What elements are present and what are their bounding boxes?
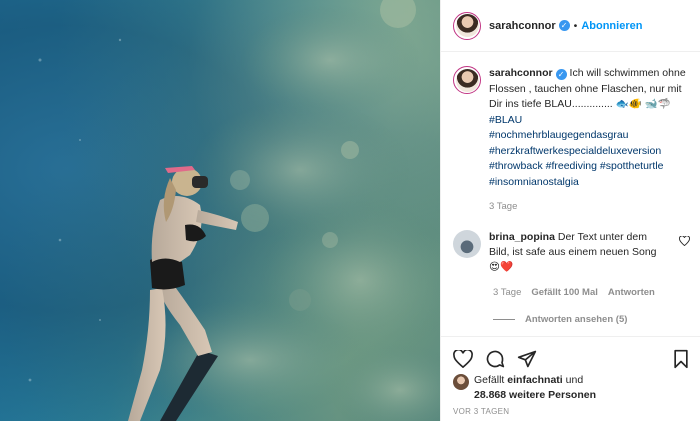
- caption-text: sarahconnor ✓ Ich will schwimmen ohne Flo…: [489, 66, 688, 190]
- post-caption: sarahconnor ✓ Ich will schwimmen ohne Flo…: [441, 52, 700, 190]
- commenter-username[interactable]: brina_popina: [489, 231, 555, 243]
- post-timestamp: VOR 3 TAGEN: [453, 407, 510, 416]
- follow-button[interactable]: Abonnieren: [581, 20, 642, 32]
- hashtag-line[interactable]: #insomnianostalgia: [489, 175, 688, 191]
- view-replies-label: Antworten ansehen (5): [525, 314, 628, 325]
- post-actions: Gefällt einfachnati und 28.868 weitere P…: [441, 336, 700, 421]
- post-header: sarahconnor ✓ • Abonnieren: [441, 0, 700, 52]
- caption-avatar[interactable]: [453, 66, 481, 94]
- caption-username[interactable]: sarahconnor: [489, 67, 553, 79]
- comment-likes[interactable]: Gefällt 100 Mal: [531, 287, 598, 298]
- action-icons: [441, 337, 700, 373]
- comment-meta: 3 Tage Gefällt 100 Mal Antworten: [493, 287, 700, 298]
- hashtag-line[interactable]: #throwback #freediving #spottheturtle: [489, 159, 688, 175]
- liker-username[interactable]: einfachnati: [507, 374, 562, 386]
- heart-icon[interactable]: [453, 350, 473, 368]
- comment-text: brina_popina Der Text unter dem Bild, is…: [489, 230, 669, 275]
- author-avatar[interactable]: [453, 11, 481, 40]
- likes-others[interactable]: 28.868 weitere Personen: [474, 389, 596, 401]
- bookmark-icon[interactable]: [672, 349, 690, 369]
- comment-item: brina_popina Der Text unter dem Bild, is…: [441, 212, 700, 275]
- comment-time: 3 Tage: [493, 287, 522, 298]
- author-username[interactable]: sarahconnor: [489, 20, 556, 32]
- hashtag-line[interactable]: #nochmehrblaugegendasgrau: [489, 128, 688, 144]
- underwater-freediver-image: [28, 0, 440, 421]
- hashtag-line[interactable]: #herzkraftwerkespecialdeluxeversion: [489, 144, 688, 160]
- paper-plane-icon[interactable]: [517, 349, 537, 369]
- likes-summary: Gefällt einfachnati und 28.868 weitere P…: [441, 373, 700, 403]
- separator-dot: •: [573, 19, 578, 32]
- hashtag-line[interactable]: #BLAU: [489, 113, 688, 129]
- comment-bubble-icon[interactable]: [485, 349, 505, 369]
- likes-prefix: Gefällt: [474, 374, 505, 386]
- commenter-avatar[interactable]: [453, 230, 481, 258]
- small-heart-icon[interactable]: [679, 235, 690, 249]
- likes-text: Gefällt einfachnati und 28.868 weitere P…: [474, 373, 596, 403]
- replies-divider: [493, 319, 515, 320]
- verified-badge-icon: ✓: [558, 20, 570, 31]
- view-replies-button[interactable]: Antworten ansehen (5): [493, 314, 700, 325]
- reply-button[interactable]: Antworten: [608, 287, 655, 298]
- liker-avatar[interactable]: [453, 374, 469, 390]
- post-sidebar: sarahconnor ✓ • Abonnieren sarahconnor ✓ …: [440, 0, 700, 421]
- caption-time: 3 Tage: [489, 201, 518, 212]
- instagram-post: sarahconnor ✓ • Abonnieren sarahconnor ✓ …: [0, 0, 700, 421]
- post-photo[interactable]: [0, 0, 440, 421]
- likes-connector: und: [565, 374, 584, 386]
- verified-badge-icon: ✓: [555, 69, 567, 80]
